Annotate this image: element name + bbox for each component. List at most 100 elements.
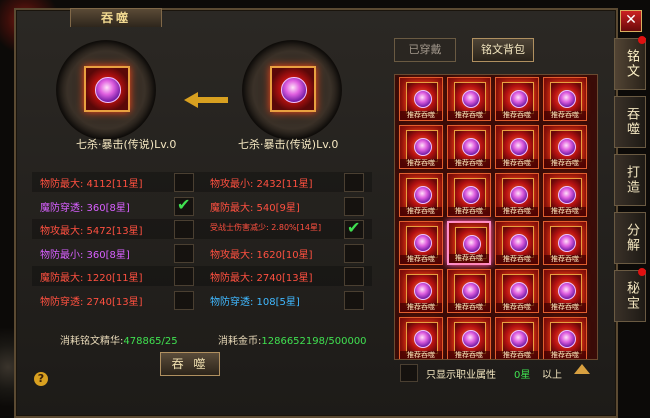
stat-row: 魔防穿透: 360[8星]: [32, 195, 202, 216]
filter-row: 只显示职业属性 0星 以上: [394, 362, 596, 384]
stat-checkbox[interactable]: [344, 196, 364, 216]
stat-checkbox[interactable]: [344, 290, 364, 310]
rune-slot[interactable]: 推荐吞噬: [447, 269, 491, 313]
recommend-devour-tag: 推荐吞噬: [400, 351, 442, 359]
rune-icon: [502, 178, 534, 210]
star-filter-up-icon[interactable]: [574, 364, 590, 374]
rune-slot[interactable]: 推荐吞噬: [495, 317, 539, 359]
rune-slot[interactable]: 推荐吞噬: [447, 317, 491, 359]
rune-icon: [454, 130, 486, 162]
tab-worn[interactable]: 已穿戴: [394, 38, 456, 62]
rune-slot[interactable]: 推荐吞噬: [495, 77, 539, 121]
rune-slot[interactable]: 推荐吞噬: [495, 269, 539, 313]
stat-row: 物防最小: 360[8星]: [32, 243, 202, 263]
help-icon[interactable]: ?: [34, 372, 48, 386]
rune-icon: [454, 178, 486, 210]
rune-slot[interactable]: 推荐吞噬: [495, 221, 539, 265]
stat-row: 物攻最大: 1620[10星]: [202, 243, 372, 263]
recommend-devour-tag: 推荐吞噬: [400, 255, 442, 264]
stat-text: 魔防最大: 540[9星]: [210, 202, 300, 214]
recommend-devour-tag: 推荐吞噬: [544, 303, 586, 312]
rune-icon: [454, 322, 486, 354]
essence-cost-label: 消耗铭文精华:: [60, 336, 124, 347]
recommend-devour-tag: 推荐吞噬: [496, 207, 538, 216]
stat-checkbox[interactable]: [174, 220, 194, 239]
gold-cost-value: 1286652198/500000: [261, 336, 367, 347]
stat-text: 物防最小: 360[8星]: [40, 249, 130, 261]
rune-slot[interactable]: 推荐吞噬: [543, 125, 587, 169]
rune-icon: [406, 82, 438, 114]
rune-slot[interactable]: 推荐吞噬: [447, 77, 491, 121]
rune-icon: [550, 322, 582, 354]
rune-icon: [406, 178, 438, 210]
side-tab[interactable]: 铭文: [614, 38, 646, 90]
rune-icon: [550, 274, 582, 306]
star-filter-value[interactable]: 0星: [514, 366, 530, 381]
notification-dot-icon: [638, 36, 646, 44]
rune-icon: [502, 130, 534, 162]
rune-slot[interactable]: 推荐吞噬: [495, 125, 539, 169]
rune-icon: [502, 322, 534, 354]
stat-row: 魔防最大: 540[9星]: [202, 196, 372, 216]
rune-slot[interactable]: 推荐吞噬: [399, 269, 443, 313]
gold-cost: 消耗金币:1286652198/500000: [218, 332, 367, 347]
rune-icon: [406, 226, 438, 258]
devour-button[interactable]: 吞 噬: [160, 352, 220, 376]
side-tab[interactable]: 吞噬: [614, 96, 646, 148]
stat-checkbox[interactable]: [174, 173, 194, 192]
rune-inventory-panel: 已穿戴 铭文背包 推荐吞噬 推荐吞噬 推荐吞噬 推荐吞噬 推荐吞噬 推荐吞噬 推荐吞噬 推荐吞…: [382, 34, 606, 390]
rune-slot[interactable]: 推荐吞噬: [447, 173, 491, 217]
essence-cost-value: 478865/25: [123, 336, 178, 347]
rune-icon: [406, 322, 438, 354]
side-tab[interactable]: 分解: [614, 212, 646, 264]
stat-checkbox[interactable]: [174, 243, 194, 263]
recommend-devour-tag: 推荐吞噬: [448, 159, 490, 168]
tab-rune-bag[interactable]: 铭文背包: [472, 38, 534, 62]
rune-slot[interactable]: 推荐吞噬: [399, 317, 443, 359]
source-rune-name: 七杀·暴击(传说)Lv.0: [76, 138, 177, 151]
rune-slot[interactable]: 推荐吞噬: [495, 173, 539, 217]
rune-icon: [502, 82, 534, 114]
rune-slot[interactable]: 推荐吞噬: [399, 77, 443, 121]
rune-slot[interactable]: 推荐吞噬: [399, 173, 443, 217]
rune-slot[interactable]: 推荐吞噬: [543, 269, 587, 313]
rune-icon: [502, 274, 534, 306]
stat-text: 物防最大: 2740[13星]: [210, 273, 313, 284]
recommend-devour-tag: 推荐吞噬: [448, 207, 490, 216]
target-medal[interactable]: [242, 40, 342, 140]
recommend-devour-tag: 推荐吞噬: [496, 255, 538, 264]
rune-slot[interactable]: 推荐吞噬: [447, 125, 491, 169]
recommend-devour-tag: 推荐吞噬: [544, 159, 586, 168]
rune-slot[interactable]: 推荐吞噬: [543, 77, 587, 121]
stat-checkbox[interactable]: [344, 267, 364, 286]
stat-checkbox[interactable]: [174, 195, 194, 216]
stat-checkbox[interactable]: [344, 218, 364, 239]
rune-slot[interactable]: 推荐吞噬: [399, 221, 443, 265]
source-medal[interactable]: [56, 40, 156, 140]
rune-slot[interactable]: 推荐吞噬: [543, 317, 587, 359]
stat-row: 物防最大: 4112[11星]: [32, 172, 202, 192]
gold-cost-label: 消耗金币:: [218, 336, 262, 347]
stat-checkbox[interactable]: [344, 243, 364, 263]
rune-slot[interactable]: 推荐吞噬: [543, 173, 587, 217]
rune-slot[interactable]: 推荐吞噬: [399, 125, 443, 169]
stat-checkbox[interactable]: [174, 290, 194, 310]
rune-grid: 推荐吞噬 推荐吞噬 推荐吞噬 推荐吞噬 推荐吞噬 推荐吞噬 推荐吞噬 推荐吞噬 推荐吞噬 推荐吞噬…: [394, 74, 598, 360]
rune-icon: [550, 178, 582, 210]
class-filter-checkbox[interactable]: [400, 364, 418, 382]
stat-text: 物攻最大: 1620[10星]: [210, 249, 313, 261]
side-tab[interactable]: 秘宝: [614, 270, 646, 322]
side-tab[interactable]: 打造: [614, 154, 646, 206]
close-button[interactable]: ✕: [620, 10, 642, 32]
stat-text: 物防穿透: 108[5星]: [210, 296, 300, 308]
rune-slot[interactable]: 推荐吞噬: [447, 221, 491, 265]
stat-checkbox[interactable]: [344, 173, 364, 192]
recommend-devour-tag: 推荐吞噬: [544, 351, 586, 359]
rune-icon: [550, 82, 582, 114]
stat-checkbox[interactable]: [174, 267, 194, 286]
recommend-devour-tag: 推荐吞噬: [400, 111, 442, 120]
essence-cost: 消耗铭文精华:478865/25: [60, 332, 178, 347]
recommend-devour-tag: 推荐吞噬: [544, 207, 586, 216]
stat-text: 物攻最大: 5472[13星]: [40, 226, 143, 237]
rune-slot[interactable]: 推荐吞噬: [543, 221, 587, 265]
